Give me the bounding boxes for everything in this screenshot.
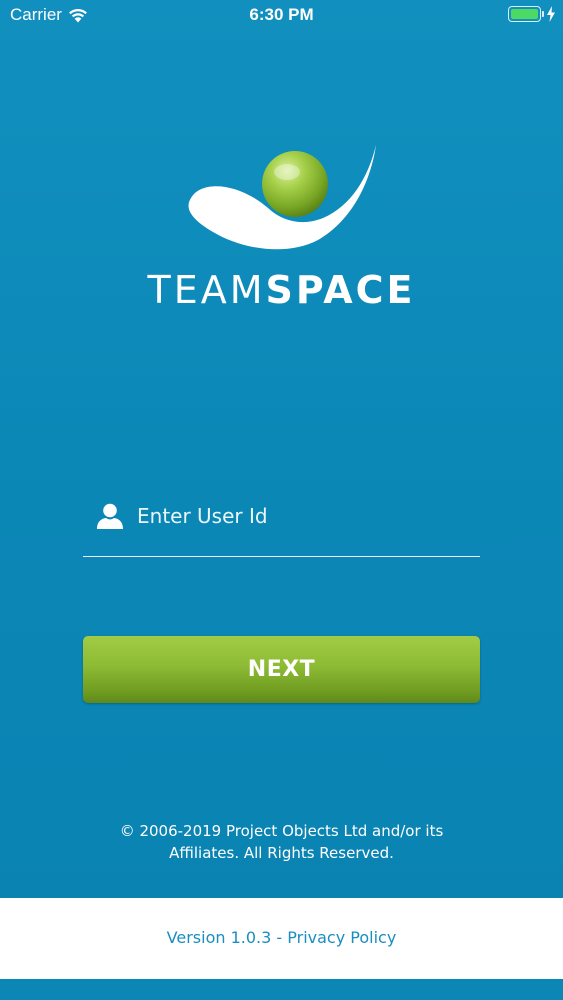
brand-name-light: TEAM xyxy=(147,268,266,312)
next-button[interactable]: NEXT xyxy=(83,636,480,703)
status-time: 6:30 PM xyxy=(249,5,314,24)
battery-cap xyxy=(542,11,544,17)
copyright-line-1: © 2006-2019 Project Objects Ltd and/or i… xyxy=(119,822,444,840)
battery-icon xyxy=(508,6,544,22)
privacy-policy-link[interactable]: Privacy Policy xyxy=(287,928,396,947)
teamspace-logo-icon xyxy=(188,145,376,250)
copyright-notice: © 2006-2019 Project Objects Ltd and/or i… xyxy=(60,820,503,864)
footer-text: Version 1.0.3 - Privacy Policy xyxy=(0,928,563,947)
battery-level xyxy=(511,9,538,19)
status-bar: Carrier 6:30 PM xyxy=(0,0,563,30)
footer: Version 1.0.3 - Privacy Policy xyxy=(0,898,563,979)
charging-bolt-icon xyxy=(547,6,555,22)
version-label: Version 1.0.3 xyxy=(166,928,272,947)
brand-name-bold: SPACE xyxy=(265,268,416,312)
footer-separator: - xyxy=(271,928,288,947)
bottom-strip xyxy=(0,979,563,1000)
user-id-field xyxy=(83,490,480,557)
brand-wordmark: TEAMSPACE xyxy=(0,268,563,312)
login-screen: Carrier 6:30 PM TEAMSPACE Enter User Id … xyxy=(0,0,563,1000)
user-icon xyxy=(97,503,123,529)
user-id-input[interactable] xyxy=(137,498,467,534)
copyright-line-2: Affiliates. All Rights Reserved. xyxy=(169,844,394,862)
